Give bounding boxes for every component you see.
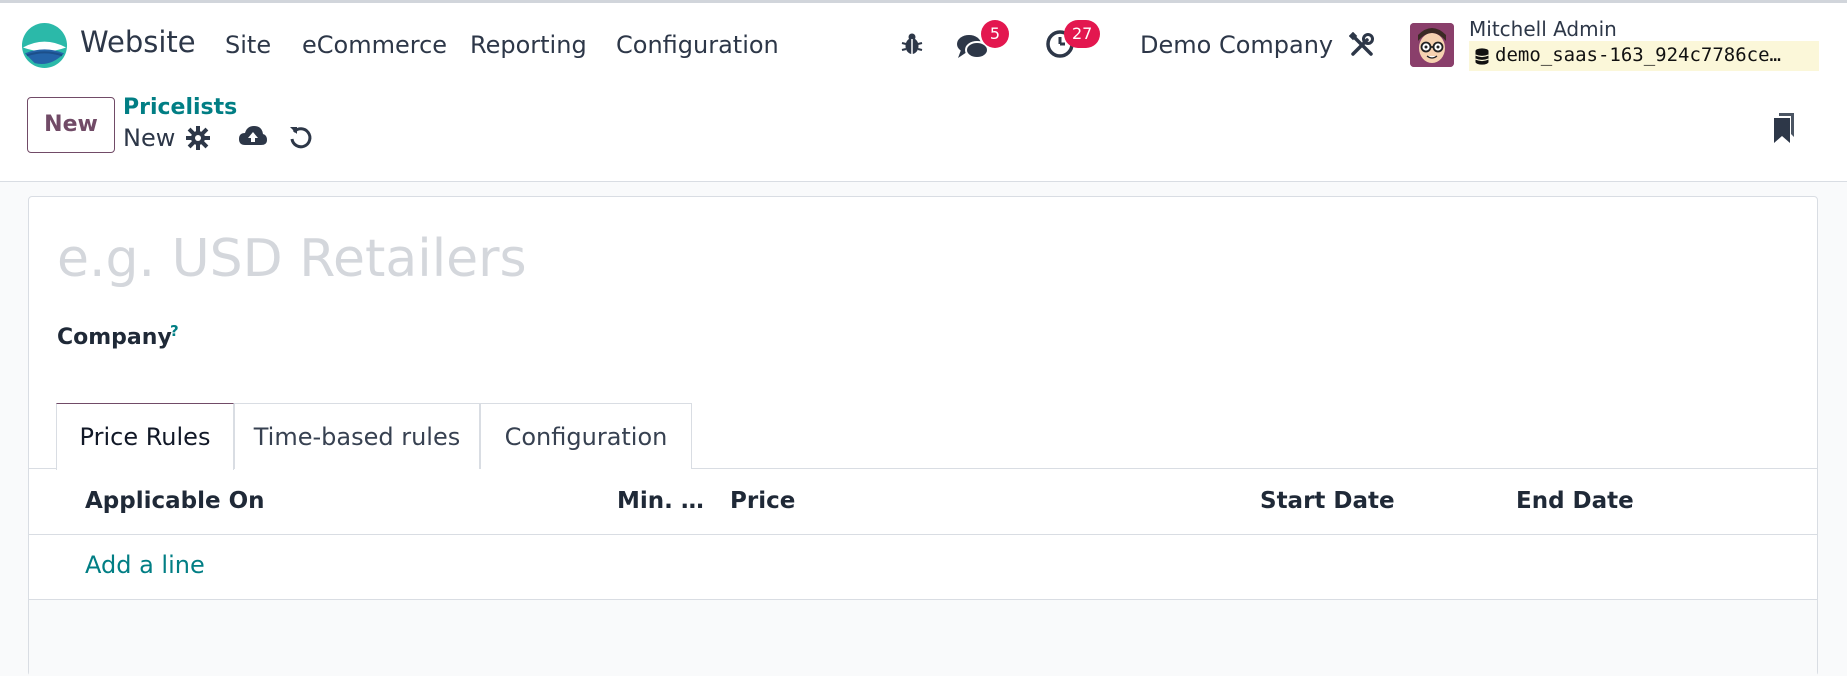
menu-ecommerce[interactable]: eCommerce [302,31,447,59]
gear-icon[interactable] [186,126,210,150]
column-applicable-on[interactable]: Applicable On [85,488,265,514]
messages-count-badge: 5 [981,20,1009,48]
column-min-quantity[interactable]: Min. … [617,488,704,514]
discard-undo-icon[interactable] [288,124,314,150]
bookmarks-icon[interactable] [1772,112,1796,144]
table-empty-area [29,600,1817,676]
breadcrumb-current: New [123,124,176,152]
form-sheet: Company ? Price Rules Time-based rules C… [28,196,1818,676]
column-price[interactable]: Price [730,488,795,514]
company-label: Company [57,325,172,350]
control-panel: New Pricelists New [0,84,1847,182]
add-a-line-link[interactable]: Add a line [85,551,205,579]
app-name[interactable]: Website [80,25,196,59]
website-app-icon[interactable] [21,22,68,69]
user-avatar[interactable] [1410,23,1454,67]
save-cloud-icon[interactable] [238,124,268,150]
column-start-date[interactable]: Start Date [1260,488,1395,514]
tab-price-rules[interactable]: Price Rules [56,403,234,470]
new-button[interactable]: New [27,97,115,153]
user-avatar-image [1410,23,1454,67]
tab-configuration[interactable]: Configuration [480,403,692,469]
pricelist-name-input[interactable] [57,225,1057,293]
activities-count-badge: 27 [1064,20,1101,48]
menu-configuration[interactable]: Configuration [616,31,779,59]
price-rules-table-header: Applicable On Min. … Price Start Date En… [29,469,1817,535]
user-name[interactable]: Mitchell Admin [1469,17,1617,41]
column-end-date[interactable]: End Date [1516,488,1634,514]
tools-icon[interactable] [1349,32,1375,58]
database-name-box: demo_saas-163_924c7786ce… [1469,41,1819,71]
notebook-tabs: Price Rules Time-based rules Configurati… [29,403,1817,470]
database-name: demo_saas-163_924c7786ce… [1495,44,1781,66]
breadcrumb-pricelists[interactable]: Pricelists [123,95,237,120]
tab-time-based-rules[interactable]: Time-based rules [234,403,480,469]
menu-reporting[interactable]: Reporting [470,31,587,59]
bug-icon[interactable] [899,31,925,57]
company-switcher[interactable]: Demo Company [1140,31,1333,59]
top-navbar: Website Site eCommerce Reporting Configu… [0,0,1847,84]
company-help-tooltip[interactable]: ? [170,322,179,340]
menu-site[interactable]: Site [225,31,271,59]
database-icon [1475,48,1489,65]
